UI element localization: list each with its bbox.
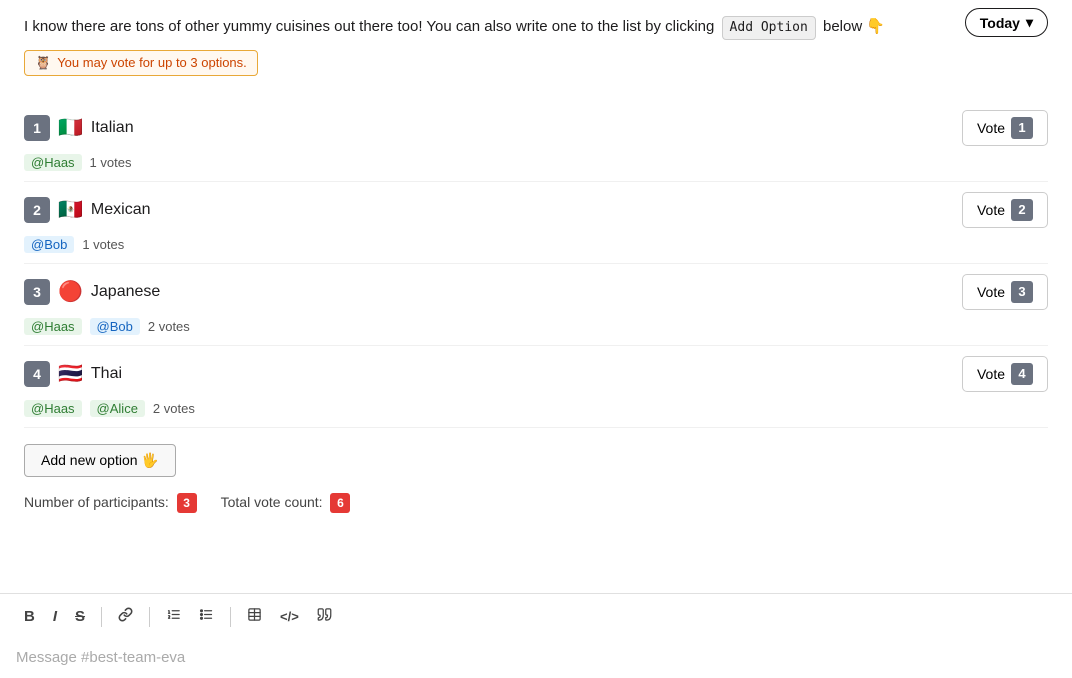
votes-label: Total vote count: 6 bbox=[221, 493, 351, 513]
option-flag-2: 🇲🇽 bbox=[58, 197, 83, 222]
vote-label-4: Vote bbox=[977, 366, 1005, 382]
content-area: Today ▾ I know there are tons of other y… bbox=[0, 0, 1072, 593]
option-name-1: Italian bbox=[91, 119, 134, 137]
option-left-2: 2 🇲🇽 Mexican bbox=[24, 197, 150, 223]
quote-button[interactable] bbox=[309, 602, 340, 631]
link-button[interactable] bbox=[110, 602, 141, 631]
vote-count-1: 1 votes bbox=[90, 155, 132, 170]
vote-count-3: 2 votes bbox=[148, 319, 190, 334]
poll-option-4: 4 🇹🇭 Thai Vote 4 @Haas @Alice 2 votes bbox=[24, 346, 1048, 428]
option-number-1: 1 bbox=[24, 115, 50, 141]
toolbar-divider-2 bbox=[149, 607, 150, 627]
option-flag-4: 🇹🇭 bbox=[58, 361, 83, 386]
option-row-1: 1 🇮🇹 Italian Vote 1 bbox=[24, 110, 1048, 146]
poll-option-2: 2 🇲🇽 Mexican Vote 2 @Bob 1 votes bbox=[24, 182, 1048, 264]
bold-button[interactable]: B bbox=[16, 603, 43, 630]
ordered-list-button[interactable] bbox=[158, 602, 189, 631]
strikethrough-button[interactable]: S bbox=[67, 603, 93, 630]
stats-row: Number of participants: 3 Total vote cou… bbox=[24, 493, 1048, 513]
vote-num-3: 3 bbox=[1011, 281, 1033, 303]
option-number-2: 2 bbox=[24, 197, 50, 223]
poll-option-3: 3 🔴 Japanese Vote 3 @Haas @Bob 2 votes bbox=[24, 264, 1048, 346]
option-left-1: 1 🇮🇹 Italian bbox=[24, 115, 134, 141]
cursor-icon: 🖐 bbox=[141, 452, 158, 468]
message-toolbar: B I S </> bbox=[0, 593, 1072, 639]
vote-num-2: 2 bbox=[1011, 199, 1033, 221]
option-flag-1: 🇮🇹 bbox=[58, 115, 83, 140]
voters-row-2: @Bob 1 votes bbox=[24, 236, 1048, 253]
poll-options: 1 🇮🇹 Italian Vote 1 @Haas 1 votes bbox=[24, 100, 1048, 428]
vote-button-4[interactable]: Vote 4 bbox=[962, 356, 1048, 392]
vote-button-3[interactable]: Vote 3 bbox=[962, 274, 1048, 310]
voter-haas-4: @Haas bbox=[24, 400, 82, 417]
message-placeholder: Message #best-team-eva bbox=[16, 649, 185, 666]
italic-button[interactable]: I bbox=[45, 603, 65, 630]
add-option-inline-label: Add Option bbox=[722, 16, 816, 40]
toolbar-divider-3 bbox=[230, 607, 231, 627]
pointing-emoji: 👇 bbox=[866, 18, 885, 35]
vote-num-1: 1 bbox=[1011, 117, 1033, 139]
option-row-2: 2 🇲🇽 Mexican Vote 2 bbox=[24, 192, 1048, 228]
vote-label-3: Vote bbox=[977, 284, 1005, 300]
voters-row-1: @Haas 1 votes bbox=[24, 154, 1048, 171]
vote-label-1: Vote bbox=[977, 120, 1005, 136]
voter-alice-4: @Alice bbox=[90, 400, 145, 417]
vote-button-1[interactable]: Vote 1 bbox=[962, 110, 1048, 146]
vote-button-2[interactable]: Vote 2 bbox=[962, 192, 1048, 228]
today-button[interactable]: Today ▾ bbox=[965, 8, 1048, 37]
add-new-option-button[interactable]: Add new option 🖐 bbox=[24, 444, 176, 477]
voter-bob-2: @Bob bbox=[24, 236, 74, 253]
owl-emoji: 🦉 bbox=[35, 55, 51, 71]
add-new-option-label: Add new option bbox=[41, 452, 138, 468]
vote-num-4: 4 bbox=[1011, 363, 1033, 385]
voter-haas-3: @Haas bbox=[24, 318, 82, 335]
option-row-3: 3 🔴 Japanese Vote 3 bbox=[24, 274, 1048, 310]
participants-label: Number of participants: 3 bbox=[24, 493, 197, 513]
intro-below-text: below bbox=[823, 18, 862, 35]
main-container: Today ▾ I know there are tons of other y… bbox=[0, 0, 1072, 678]
voter-bob-3: @Bob bbox=[90, 318, 140, 335]
voters-row-4: @Haas @Alice 2 votes bbox=[24, 400, 1048, 417]
option-flag-3: 🔴 bbox=[58, 279, 83, 304]
voter-haas-1: @Haas bbox=[24, 154, 82, 171]
option-name-4: Thai bbox=[91, 365, 122, 383]
vote-limit-notice: 🦉 You may vote for up to 3 options. bbox=[24, 50, 258, 76]
option-left-4: 4 🇹🇭 Thai bbox=[24, 361, 122, 387]
today-label: Today bbox=[980, 15, 1020, 31]
vote-count-2: 1 votes bbox=[82, 237, 124, 252]
votes-count: 6 bbox=[330, 493, 350, 513]
participants-count: 3 bbox=[177, 493, 197, 513]
table-button[interactable] bbox=[239, 602, 270, 631]
code-button[interactable]: </> bbox=[272, 604, 307, 629]
voters-row-3: @Haas @Bob 2 votes bbox=[24, 318, 1048, 335]
option-row-4: 4 🇹🇭 Thai Vote 4 bbox=[24, 356, 1048, 392]
poll-option-1: 1 🇮🇹 Italian Vote 1 @Haas 1 votes bbox=[24, 100, 1048, 182]
toolbar-divider-1 bbox=[101, 607, 102, 627]
option-name-2: Mexican bbox=[91, 201, 151, 219]
option-number-3: 3 bbox=[24, 279, 50, 305]
intro-text-part1: I know there are tons of other yummy cui… bbox=[24, 18, 714, 35]
unordered-list-button[interactable] bbox=[191, 602, 222, 631]
option-number-4: 4 bbox=[24, 361, 50, 387]
option-name-3: Japanese bbox=[91, 283, 160, 301]
vote-count-4: 2 votes bbox=[153, 401, 195, 416]
message-input-area[interactable]: Message #best-team-eva bbox=[0, 639, 1072, 678]
header-bar: Today ▾ bbox=[965, 8, 1048, 37]
vote-label-2: Vote bbox=[977, 202, 1005, 218]
intro-text: I know there are tons of other yummy cui… bbox=[24, 16, 1048, 40]
option-left-3: 3 🔴 Japanese bbox=[24, 279, 160, 305]
vote-limit-text: You may vote for up to 3 options. bbox=[57, 55, 247, 70]
chevron-down-icon: ▾ bbox=[1026, 14, 1033, 31]
